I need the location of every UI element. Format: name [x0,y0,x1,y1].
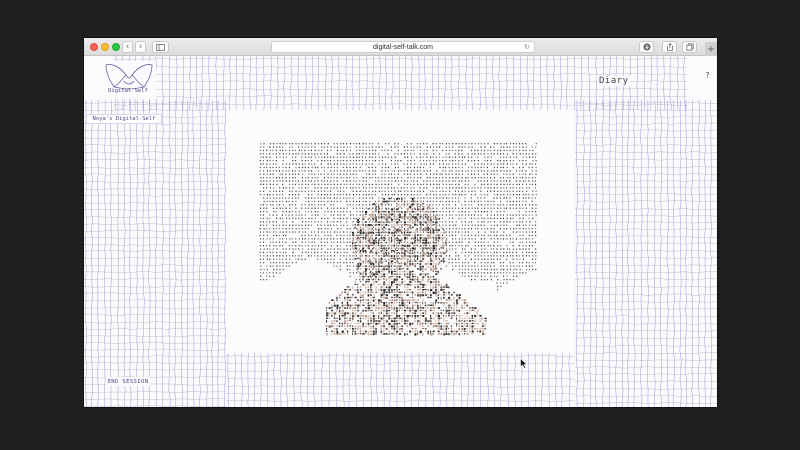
logo-label: Digital Self [108,88,148,94]
new-tab-button[interactable]: + [705,42,717,56]
digital-self-chip-label: Noya's Digital-Self [92,116,156,122]
point-cloud-portrait-image [259,143,537,336]
url-text: digital-self-talk.com [373,43,433,51]
share-icon [666,43,673,51]
grid-background-left [84,100,226,407]
share-button[interactable] [662,41,677,53]
digital-self-chip[interactable]: Noya's Digital-Self [86,114,162,124]
point-cloud-viewer[interactable] [226,110,575,353]
tabs-overview-button[interactable] [682,41,697,53]
close-window-button[interactable] [90,43,98,51]
grid-background-right [575,100,717,407]
browser-toolbar: ‹ › digital-self-talk.com ↻ + [84,38,717,56]
diary-link[interactable]: Diary [597,76,631,86]
minimize-window-button[interactable] [101,43,109,51]
sidebar-icon [156,43,165,51]
sidebar-toggle-button[interactable] [152,41,169,53]
chevron-right-icon: › [138,41,143,52]
tabs-icon [685,43,694,51]
browser-window: ‹ › digital-self-talk.com ↻ + Digital Se… [84,38,717,407]
address-bar[interactable]: digital-self-talk.com ↻ [271,41,535,53]
mouse-cursor-icon [520,358,528,369]
end-session-button[interactable]: END SESSION [106,377,150,386]
forward-button[interactable]: › [135,41,146,53]
page-content: Digital Self Diary ? Noya's Digital-Self… [84,56,717,407]
zoom-window-button[interactable] [112,43,120,51]
help-button[interactable]: ? [705,71,710,80]
downloads-button[interactable] [639,41,654,53]
back-button[interactable]: ‹ [122,41,133,53]
reload-icon[interactable]: ↻ [524,43,530,51]
chevron-left-icon: ‹ [125,41,130,52]
download-icon [642,43,651,51]
